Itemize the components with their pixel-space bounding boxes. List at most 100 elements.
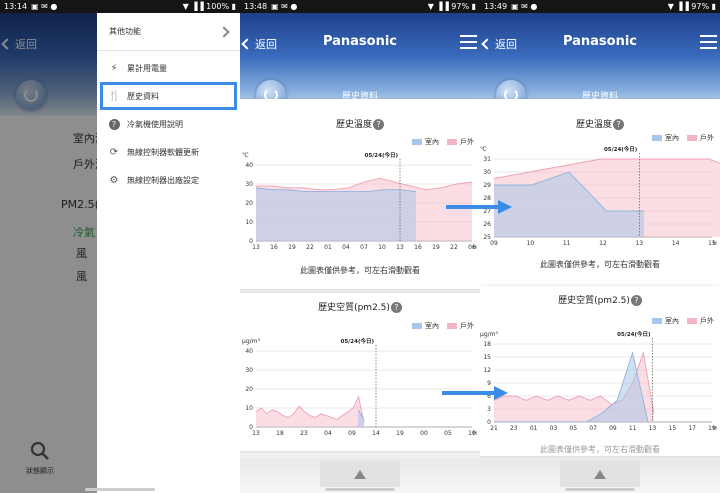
chart-note: 此圖表僅供參考，可左右滑動觀看 <box>540 260 660 269</box>
hamburger-menu-button[interactable] <box>700 35 717 49</box>
help-icon[interactable]: ? <box>613 119 624 130</box>
card-title: 歷史空質(pm2.5)? <box>240 300 480 313</box>
x-tick-label: 17 <box>688 425 696 432</box>
bolt-icon: ⚡ <box>110 62 118 74</box>
chevron-right-icon <box>218 25 230 38</box>
pm25-label: PM2.5( <box>61 198 99 211</box>
x-tick-label: 09 <box>609 425 617 432</box>
drawer-item-manual[interactable]: ? 冷氣機使用說明 <box>97 110 240 138</box>
x-tick-label: 07 <box>360 244 368 251</box>
x-tick-label: 10 <box>527 240 535 247</box>
x-tick-label: 09 <box>490 240 498 247</box>
x-tick-label: 13 <box>396 244 404 251</box>
battery-level: 97% <box>691 2 710 11</box>
brand-logo: Panasonic <box>562 34 638 49</box>
panel-drawer-screen: 返回 室內溫 戶外溫 PM2.5( 冷氣 風 風 狀態顯示 其他功能 ⚡ 累計用電… <box>0 0 240 493</box>
x-tick-label: 13 <box>252 244 260 251</box>
drawer-header[interactable]: 其他功能 <box>97 13 240 51</box>
drawer-item-history[interactable]: 🍴 歷史資料 <box>100 82 237 110</box>
x-tick-label: 22 <box>306 244 314 251</box>
drawer-item-label: 無線控制器出廠設定 <box>127 175 199 185</box>
status-time: 13:49 <box>484 2 508 11</box>
air-history-card: 歷史空質(pm2.5)? 室內 戶外 μg/m³ 0 3 6 9 12 15 18 21 23 01 0… <box>480 286 720 456</box>
drawer-item-factory-reset[interactable]: ⚙ 無線控制器出廠設定 <box>97 166 240 194</box>
x-tick-label: 11 <box>629 425 637 432</box>
panel-history-zoomed: 返回 Panasonic 歷史資料 歷史溫度? 室內 戶外 ℃ 25 26 27 28 29… <box>480 0 720 493</box>
x-tick-label: 13 <box>636 240 644 247</box>
x-tick-label: 21 <box>490 425 498 432</box>
help-icon[interactable]: ? <box>373 119 384 130</box>
y-tick-label: 30 <box>483 169 491 176</box>
arrow-right-icon <box>442 386 508 400</box>
x-tick-label: 04 <box>342 244 350 251</box>
drawer-item-label: 冷氣機使用說明 <box>127 119 183 129</box>
battery-level: 97% <box>451 2 470 11</box>
y-tick-label: 30 <box>245 181 253 188</box>
home-indicator <box>325 488 395 491</box>
status-right: ▼ ▐▐ 100% ▮ <box>182 2 236 11</box>
chart-note: 此圖表僅供參考，可左右滑動觀看 <box>300 266 420 275</box>
search-icon <box>30 441 49 460</box>
y-tick-label: 15 <box>483 354 491 361</box>
air-title: 歷史空質(pm2.5) <box>318 303 390 313</box>
y-tick-label: 26 <box>483 221 491 228</box>
triangle-up-icon <box>354 469 366 479</box>
arrow-right-icon <box>446 200 512 214</box>
y-tick-label: 29 <box>483 182 491 189</box>
y-unit-label: μg/m³ <box>480 331 498 338</box>
help-icon[interactable]: ? <box>390 302 402 313</box>
drawer-item-label: 累計用電量 <box>127 63 167 73</box>
y-tick-label: 40 <box>245 162 253 169</box>
x-tick-label: 23 <box>510 425 518 432</box>
notification-icons: ▣ ✉ ● <box>31 2 58 11</box>
drawer-item-firmware-update[interactable]: ⟳ 無線控制器軟體更新 <box>97 138 240 166</box>
x-tick-label: 07 <box>589 425 597 432</box>
air-quality-chart-zoomed[interactable]: μg/m³036912151821 23 01 03 05 07 09 11 13 15 17 19H… <box>480 324 720 439</box>
y-unit-label: ℃ <box>480 146 487 153</box>
scroll-up-button[interactable] <box>320 461 400 487</box>
x-unit-label: H <box>713 241 717 247</box>
wind-label-2: 風 <box>76 270 87 283</box>
y-tick-label: 12 <box>483 367 491 374</box>
status-bar: 13:48 ▣ ✉ ● ▼ ▐▐ 97% ▮ <box>240 0 480 13</box>
area-indoor <box>256 187 416 241</box>
back-button[interactable]: 返回 <box>1 36 37 52</box>
today-label: 05/24(今日) <box>604 145 638 153</box>
back-label: 返回 <box>15 38 37 51</box>
x-unit-label: H <box>473 431 477 437</box>
home-indicator <box>565 488 635 491</box>
y-unit-label: ℃ <box>242 152 249 159</box>
status-time: 13:48 <box>244 2 268 11</box>
refresh-button[interactable] <box>16 80 46 110</box>
air-history-card: 歷史空質(pm2.5)? 室內 戶外 μg/m³ 0 10 20 30 40 13 18 23 04… <box>240 293 480 451</box>
mode-label: 冷氣 <box>73 226 95 239</box>
temperature-chart-zoomed[interactable]: ℃2526272829303109 10 11 12 13 14 15H05/24(今日) <box>480 141 720 251</box>
x-tick-label: 14 <box>372 430 380 437</box>
x-tick-label: 12 <box>599 240 607 247</box>
help-icon[interactable]: ? <box>630 295 642 306</box>
triangle-up-icon <box>594 469 606 479</box>
y-tick-label: 10 <box>245 219 253 226</box>
drawer-item-energy[interactable]: ⚡ 累計用電量 <box>97 54 240 82</box>
status-right: ▼ ▐▐ 97% ▮ <box>427 2 476 11</box>
panel-history-full: 返回 Panasonic 歷史資料 歷史溫度? 室內 戶外 ℃ 0 10 20 30 40 1… <box>240 0 480 493</box>
hamburger-menu-button[interactable] <box>460 35 477 49</box>
y-tick-label: 40 <box>245 348 253 355</box>
status-time: 13:14 <box>4 2 28 11</box>
x-tick-label: 19 <box>396 430 404 437</box>
status-bar: 13:49 ▣ ✉ ● ▼ ▐▐ 97% ▮ <box>480 0 720 13</box>
status-display-button[interactable]: 狀態顯示 <box>18 440 62 476</box>
x-tick-label: 10 <box>378 244 386 251</box>
air-title: 歷史空質(pm2.5) <box>558 296 630 306</box>
scroll-up-button[interactable] <box>560 461 640 487</box>
y-tick-label: 20 <box>245 386 253 393</box>
wind-label-1: 風 <box>76 247 87 260</box>
drawer-item-label: 歷史資料 <box>127 91 159 101</box>
card-title: 歷史溫度? <box>240 117 480 130</box>
x-tick-label: 05 <box>444 430 452 437</box>
x-tick-label: 05 <box>569 425 577 432</box>
x-unit-label: H <box>713 426 717 432</box>
status-right: ▼ ▐▐ 97% ▮ <box>667 2 716 11</box>
y-tick-label: 30 <box>245 367 253 374</box>
x-unit-label: H <box>473 245 477 251</box>
